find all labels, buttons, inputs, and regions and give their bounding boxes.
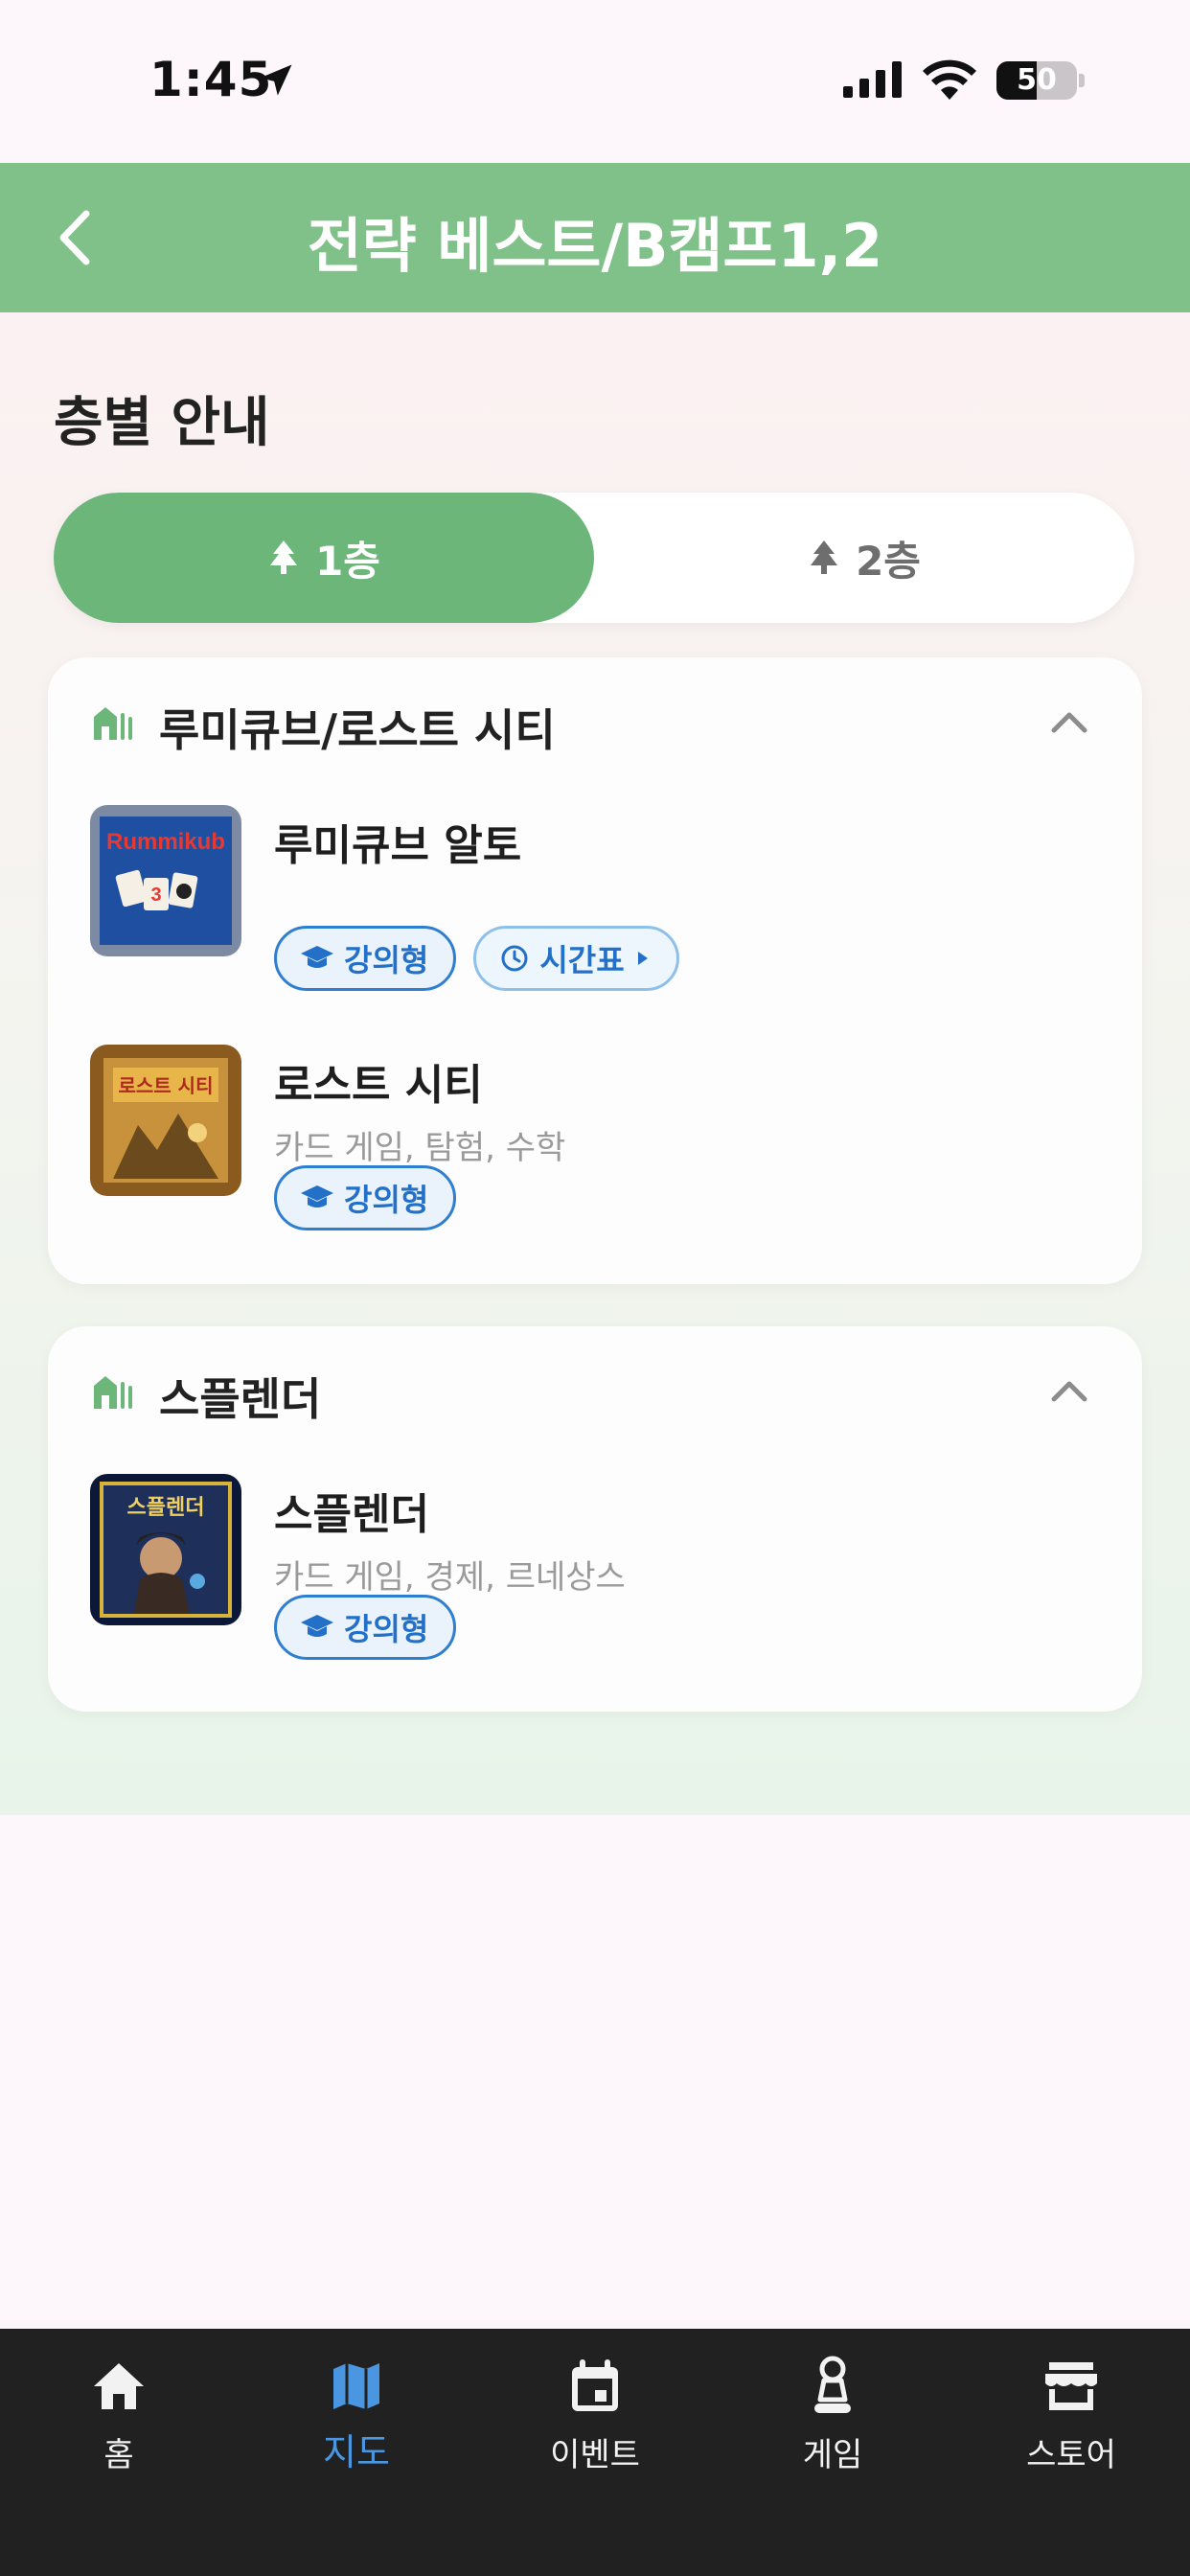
lecture-chip[interactable]: 강의형 <box>274 1595 457 1660</box>
game-item[interactable]: Rummikub 3 루미큐브 알토 강의형 시간표 <box>90 805 1106 1006</box>
tree-icon <box>811 540 838 574</box>
lecture-chip[interactable]: 강의형 <box>274 1165 457 1230</box>
nav-event[interactable]: 이벤트 <box>476 2356 714 2475</box>
nav-game-label: 게임 <box>802 2436 863 2474</box>
home-icon <box>88 2356 149 2417</box>
zone-card: 스플렌더 스플렌더 스플렌더 카드 게임, 경제, 르네상스 강의형 <box>48 1326 1142 1712</box>
nav-event-label: 이벤트 <box>550 2436 640 2474</box>
tab-floor-2-label: 2층 <box>856 537 921 585</box>
game-name: 루미큐브 알토 <box>274 821 522 870</box>
timetable-chip[interactable]: 시간표 <box>473 926 679 991</box>
map-icon <box>326 2356 387 2417</box>
game-thumbnail: 로스트 시티 <box>90 1045 241 1196</box>
lost-city-logo-text: 로스트 시티 <box>119 1074 214 1097</box>
chip-row: 강의형 <box>274 1165 457 1230</box>
graduation-cap-icon <box>301 946 333 968</box>
chip-row: 강의형 <box>274 1595 457 1660</box>
tab-floor-1-label: 1층 <box>315 537 380 585</box>
zone-icon <box>94 707 132 740</box>
cellular-signal-icon <box>843 61 902 98</box>
content-area: 층별 안내 1층 2층 루미큐브/로스트 시티 Rummikub 3 루미큐브 … <box>0 312 1190 1815</box>
section-title: 층별 안내 <box>54 392 270 454</box>
page-title: 전략 베스트/B캠프1,2 <box>307 211 883 281</box>
app-header: 전략 베스트/B캠프1,2 <box>0 163 1190 312</box>
zone-icon <box>94 1376 132 1409</box>
game-item[interactable]: 로스트 시티 로스트 시티 카드 게임, 탐험, 수학 강의형 <box>90 1045 1106 1246</box>
nav-home-label: 홈 <box>103 2436 134 2474</box>
battery-tip <box>1079 74 1085 87</box>
nav-map-label: 지도 <box>323 2431 390 2473</box>
game-tags: 카드 게임, 탐험, 수학 <box>274 1129 566 1167</box>
zone-card: 루미큐브/로스트 시티 Rummikub 3 루미큐브 알토 강의형 시간표 로… <box>48 657 1142 1284</box>
game-name: 로스트 시티 <box>274 1061 483 1110</box>
chevron-up-icon[interactable] <box>1050 1376 1088 1405</box>
game-thumbnail: Rummikub 3 <box>90 805 241 956</box>
splendor-logo-text: 스플렌더 <box>127 1496 205 1520</box>
tree-icon <box>270 540 298 574</box>
nav-game[interactable]: 게임 <box>714 2356 951 2475</box>
rummikub-logo-text: Rummikub <box>106 829 225 855</box>
game-item[interactable]: 스플렌더 스플렌더 카드 게임, 경제, 르네상스 강의형 <box>90 1474 1106 1675</box>
game-thumbnail: 스플렌더 <box>90 1474 241 1625</box>
battery-indicator: 50 <box>996 61 1077 100</box>
nav-home[interactable]: 홈 <box>0 2356 238 2475</box>
nav-store[interactable]: 스토어 <box>952 2356 1190 2475</box>
battery-level: 50 <box>1017 63 1057 97</box>
status-bar: 1:45 50 <box>0 0 1190 163</box>
nav-map[interactable]: 지도 <box>238 2356 475 2475</box>
clock-icon <box>501 945 528 972</box>
chevron-up-icon[interactable] <box>1050 707 1088 736</box>
zone-title: 스플렌더 <box>159 1373 322 1425</box>
tab-floor-2[interactable]: 2층 <box>594 493 1134 623</box>
nav-store-label: 스토어 <box>1026 2436 1116 2474</box>
location-arrow-icon <box>260 64 292 96</box>
bottom-nav: 홈 지도 이벤트 게임 스토어 <box>0 2329 1190 2576</box>
pawn-icon <box>802 2356 863 2417</box>
graduation-cap-icon <box>301 1615 333 1637</box>
floor-tabs: 1층 2층 <box>54 493 1134 623</box>
calendar-icon <box>564 2356 626 2417</box>
tab-floor-1[interactable]: 1층 <box>54 493 594 623</box>
game-name: 스플렌더 <box>274 1490 429 1539</box>
game-tags: 카드 게임, 경제, 르네상스 <box>274 1558 626 1597</box>
store-icon <box>1041 2356 1102 2417</box>
caret-right-icon <box>637 952 648 965</box>
chip-row: 강의형 시간표 <box>274 926 679 991</box>
wifi-icon <box>923 59 976 100</box>
lecture-chip[interactable]: 강의형 <box>274 926 457 991</box>
zone-title: 루미큐브/로스트 시티 <box>159 704 556 756</box>
svg-text:3: 3 <box>150 885 161 906</box>
graduation-cap-icon <box>301 1185 333 1208</box>
